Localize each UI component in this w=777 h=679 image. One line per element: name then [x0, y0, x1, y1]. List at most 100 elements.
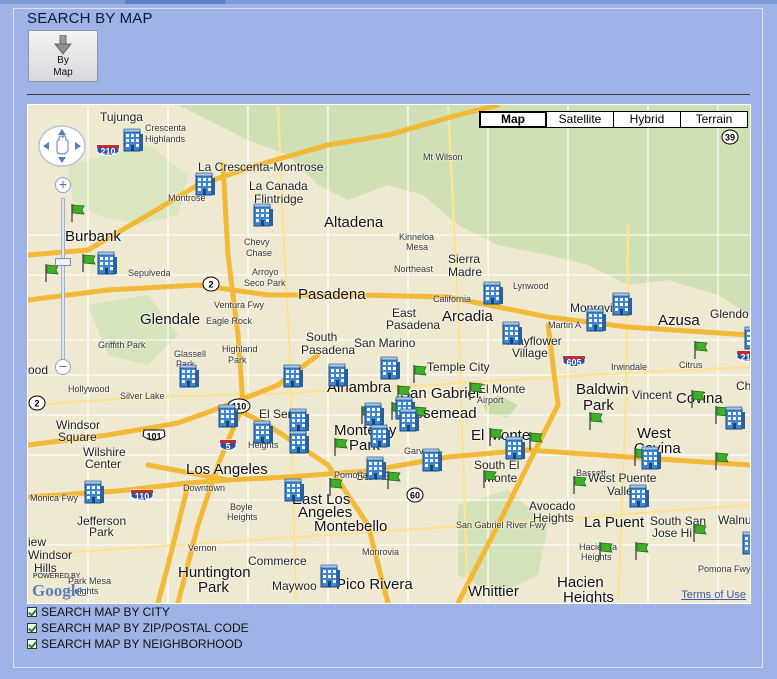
green-flag-icon[interactable]: [44, 263, 60, 283]
map-place-label: Pomona Fwy: [698, 564, 751, 574]
neighborhood-checkbox[interactable]: [27, 639, 37, 649]
green-flag-icon[interactable]: [482, 469, 498, 489]
building-marker-icon[interactable]: [288, 429, 310, 455]
map-place-label: Lynwood: [513, 281, 549, 291]
map-place-label: Pasadena: [298, 286, 366, 303]
map-place-label: San Marino: [354, 336, 416, 350]
building-marker-icon[interactable]: [611, 291, 633, 317]
search-option-city[interactable]: SEARCH MAP BY CITY: [27, 605, 170, 619]
map-type-satellite-button[interactable]: Satellite: [546, 111, 614, 128]
green-flag-icon[interactable]: [333, 437, 349, 457]
building-marker-icon[interactable]: [178, 363, 200, 389]
map-place-label: Park: [228, 355, 247, 365]
map-place-label: Village: [512, 346, 548, 360]
green-flag-icon[interactable]: [81, 253, 97, 273]
green-flag-icon[interactable]: [634, 541, 650, 561]
building-marker-icon[interactable]: [741, 530, 751, 556]
building-marker-icon[interactable]: [122, 127, 144, 153]
building-marker-icon[interactable]: [327, 362, 349, 388]
by-map-button[interactable]: By Map: [28, 30, 98, 82]
building-marker-icon[interactable]: [319, 563, 341, 589]
map-place-label: Monica Fwy: [30, 493, 79, 503]
building-marker-icon[interactable]: [217, 403, 239, 429]
zoom-slider-track[interactable]: [61, 198, 65, 368]
shield-number: 2: [34, 399, 39, 409]
shield-number: 605: [566, 358, 581, 368]
building-marker-icon[interactable]: [724, 405, 746, 431]
green-flag-icon[interactable]: [386, 470, 402, 490]
map-place-label: Griffith Park: [98, 340, 146, 350]
city-checkbox[interactable]: [27, 607, 37, 617]
green-flag-icon[interactable]: [70, 203, 86, 223]
search-option-zip[interactable]: SEARCH MAP BY ZIP/POSTAL CODE: [27, 621, 249, 635]
map-type-map-button[interactable]: Map: [479, 111, 547, 128]
pan-control[interactable]: [37, 124, 87, 168]
green-flag-icon[interactable]: [412, 364, 428, 384]
map-place-label: Baldwin: [576, 381, 629, 398]
map-place-label: Eagle Rock: [206, 316, 253, 326]
map-place-label: Cha: [736, 379, 751, 393]
building-marker-icon[interactable]: [282, 363, 304, 389]
zoom-in-button[interactable]: +: [55, 177, 71, 193]
map-place-label: Los Angeles: [186, 461, 268, 478]
building-marker-icon[interactable]: [628, 483, 650, 509]
building-marker-icon[interactable]: [96, 250, 118, 276]
green-flag-icon[interactable]: [692, 523, 708, 543]
map-place-label: Highlands: [145, 134, 186, 144]
building-marker-icon[interactable]: [252, 419, 274, 445]
building-marker-icon[interactable]: [640, 445, 662, 471]
powered-by-label: POWERED BY: [33, 573, 81, 580]
zoom-out-button[interactable]: −: [55, 359, 71, 375]
building-marker-icon[interactable]: [743, 325, 751, 351]
green-flag-icon[interactable]: [714, 451, 730, 471]
zoom-slider-thumb[interactable]: [55, 258, 71, 266]
building-marker-icon[interactable]: [83, 479, 105, 505]
terms-of-use-link[interactable]: Terms of Use: [681, 589, 746, 601]
zip-checkbox[interactable]: [27, 623, 37, 633]
map-place-label: Park: [198, 579, 229, 596]
shield-number: 110: [135, 492, 150, 502]
google-logo: Google: [32, 581, 83, 600]
interstate-shield-icon: 210: [736, 350, 750, 363]
map-place-label: Maywoo: [272, 579, 317, 593]
download-arrow-icon: [54, 35, 72, 55]
map-place-label: iew: [28, 535, 47, 549]
map-place-label: La Crescenta-Montrose: [198, 160, 324, 174]
map-place-label: Seco Park: [244, 278, 286, 288]
green-flag-icon[interactable]: [588, 411, 604, 431]
shield-number: 210: [100, 147, 115, 157]
green-flag-icon[interactable]: [598, 541, 614, 561]
map-place-label: Hollywood: [68, 384, 110, 394]
green-flag-icon[interactable]: [328, 477, 344, 497]
building-marker-icon[interactable]: [252, 202, 274, 228]
map-type-hybrid-button[interactable]: Hybrid: [613, 111, 681, 128]
interstate-shield-icon: 605: [562, 355, 586, 368]
search-option-neighborhood[interactable]: SEARCH MAP BY NEIGHBORHOOD: [27, 637, 243, 651]
building-marker-icon[interactable]: [585, 307, 607, 333]
map-place-label: Arroyo: [252, 267, 279, 277]
top-strip: [0, 0, 777, 4]
map-place-label: Monrovia: [362, 547, 400, 557]
green-flag-icon[interactable]: [468, 381, 484, 401]
building-marker-icon[interactable]: [365, 455, 387, 481]
green-flag-icon[interactable]: [528, 431, 544, 451]
building-marker-icon[interactable]: [283, 477, 305, 503]
green-flag-icon[interactable]: [488, 427, 504, 447]
green-flag-icon[interactable]: [690, 389, 706, 409]
building-marker-icon[interactable]: [398, 407, 420, 433]
building-marker-icon[interactable]: [501, 320, 523, 346]
map-place-label: California: [433, 294, 472, 304]
building-marker-icon[interactable]: [421, 447, 443, 473]
building-marker-icon[interactable]: [482, 280, 504, 306]
building-marker-icon[interactable]: [504, 435, 526, 461]
building-marker-icon[interactable]: [194, 171, 216, 197]
green-flag-icon[interactable]: [572, 475, 588, 495]
map-place-label: Temple City: [427, 360, 490, 374]
state-shield-icon: 2: [202, 276, 220, 292]
building-marker-icon[interactable]: [379, 355, 401, 381]
map-place-label: Vernon: [188, 543, 217, 553]
map-view[interactable]: Tujunga Crescenta Highlands Mt Wilson La Cre…: [27, 104, 751, 604]
green-flag-icon[interactable]: [693, 340, 709, 360]
map-type-terrain-button[interactable]: Terrain: [680, 111, 748, 128]
building-marker-icon[interactable]: [369, 423, 391, 449]
